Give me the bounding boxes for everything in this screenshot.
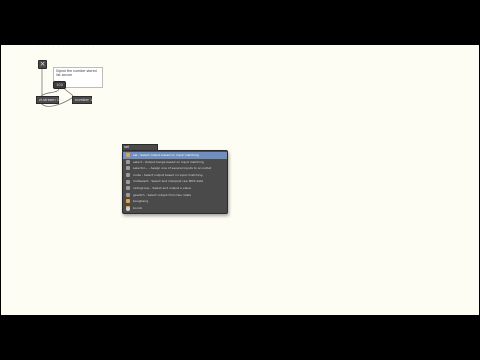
dropdown-item[interactable]: bondo — [123, 205, 227, 212]
dropdown-item-label: route - Select output based on input mat… — [133, 172, 203, 177]
dropdown-item[interactable]: midiselect - Select and interpret raw MI… — [123, 178, 227, 185]
dropdown-item-label: bangbang — [133, 199, 149, 204]
close-icon: × — [39, 60, 46, 68]
dropdown-item-label: selector~ - Assign one of several inputs… — [133, 166, 212, 171]
dropdown-item[interactable]: gswitch - Select output from two inlets — [123, 192, 227, 199]
dropdown-item-label: select - Output bangs based on input mat… — [133, 159, 204, 164]
dropdown-item-label: midiselect - Select and interpret raw MI… — [133, 179, 204, 184]
patcher-canvas[interactable]: × Signal the number stored list accum 10… — [1, 45, 479, 315]
dropdown-item-label: sel - Select output based on input match… — [133, 153, 199, 157]
dropdown-item-label: radiogroup - Select and output a value — [133, 185, 191, 190]
canvas-grid — [36, 45, 96, 47]
patch-cord — [40, 87, 60, 97]
object-icon — [126, 159, 130, 164]
autocomplete-dropdown[interactable]: sel - Select output based on input match… — [122, 150, 228, 214]
dropdown-item[interactable]: radiogroup - Select and output a value — [123, 185, 227, 192]
object-icon — [126, 192, 130, 197]
dropdown-item[interactable]: sel - Select output based on input match… — [123, 152, 227, 159]
message-box[interactable]: 100 — [53, 81, 66, 89]
patch-cord — [63, 87, 74, 97]
dropdown-item[interactable]: selector~ - Assign one of several inputs… — [123, 165, 227, 172]
dropdown-item[interactable]: select - Output bangs based on input mat… — [123, 159, 227, 166]
object-icon — [126, 153, 130, 158]
dropdown-item-label: gswitch - Select output from two inlets — [133, 192, 192, 197]
dropdown-item[interactable]: bangbang — [123, 198, 227, 205]
object-icon — [126, 186, 130, 191]
object-icon — [126, 166, 130, 171]
object-box-left[interactable]: zl.stream 100 — [36, 96, 64, 104]
dropdown-item[interactable]: route - Select output based on input mat… — [123, 172, 227, 179]
dropdown-item-label: bondo — [133, 205, 143, 210]
object-icon — [126, 173, 130, 178]
object-icon — [126, 199, 130, 204]
bang-button[interactable]: × — [38, 60, 47, 69]
object-box-right[interactable]: number 1 — [72, 96, 92, 104]
object-icon — [126, 179, 130, 184]
info-icon[interactable] — [126, 207, 130, 211]
video-frame: × Signal the number stored list accum 10… — [0, 0, 480, 360]
